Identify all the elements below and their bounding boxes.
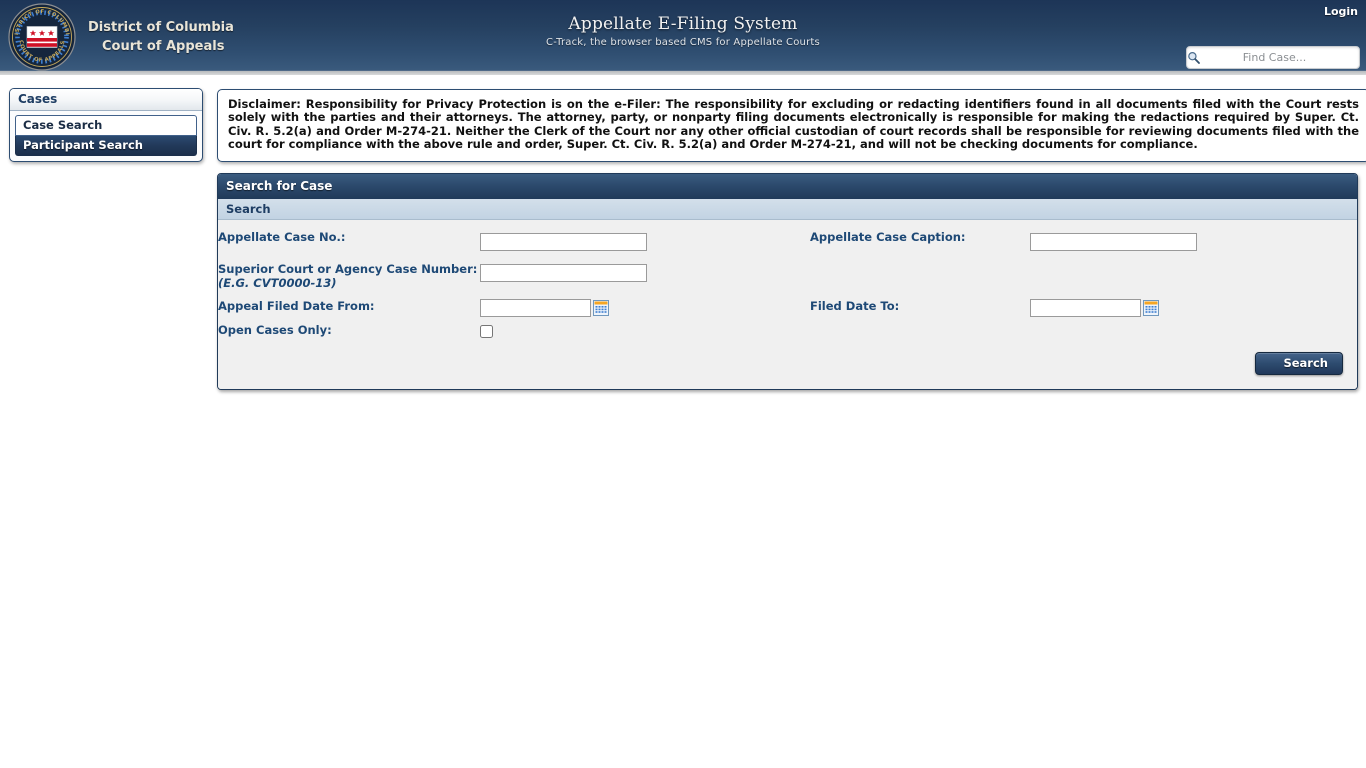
panel-subtitle: Search — [218, 199, 1357, 220]
appellate-case-caption-label: Appellate Case Caption: — [810, 230, 966, 244]
cases-sidebar: Cases Case Search Participant Search — [9, 88, 203, 162]
superior-case-number-hint: (E.G. CVT0000-13) — [218, 275, 337, 290]
superior-case-number-label: Superior Court or Agency Case Number: (E… — [218, 262, 480, 299]
form-row-filed-dates: Appeal Filed Date From: Filed Date To: — [218, 298, 1357, 323]
sidebar-item-case-search-label: Case Search — [23, 118, 103, 132]
appeal-filed-date-from-label: Appeal Filed Date From: — [218, 298, 375, 313]
appeal-filed-date-from-wrap — [480, 298, 810, 317]
appellate-case-caption-field-cell — [1030, 230, 1357, 262]
superior-case-number-input[interactable] — [480, 264, 647, 282]
appellate-case-no-label: Appellate Case No.: — [218, 230, 346, 244]
calendar-icon[interactable] — [1143, 299, 1159, 316]
appeal-filed-date-from-field-cell — [480, 298, 810, 323]
calendar-icon[interactable] — [593, 299, 609, 316]
appellate-case-caption-input[interactable] — [1030, 232, 1197, 251]
panel-title: Search for Case — [218, 174, 1357, 199]
appellate-case-no-field-cell — [480, 230, 810, 262]
open-cases-only-checkbox[interactable] — [480, 324, 493, 338]
search-form: Appellate Case No.: Appellate Case Capti… — [218, 220, 1357, 389]
find-case-search-box[interactable] — [1186, 46, 1366, 69]
spacer-cell-right-4 — [1030, 323, 1357, 342]
filed-date-to-wrap — [1030, 298, 1357, 317]
appeal-filed-date-from-input[interactable] — [480, 298, 591, 317]
open-cases-only-label: Open Cases Only: — [218, 322, 332, 337]
magnifier-icon — [1187, 51, 1200, 64]
privacy-disclaimer: Disclaimer: Responsibility for Privacy P… — [217, 89, 1366, 162]
page-header: DISTRICT OF COLUMBIA COURT OF APPEALS Di… — [0, 0, 1366, 75]
form-row-case-no: Appellate Case No.: Appellate Case Capti… — [218, 230, 1357, 262]
sidebar-item-participant-search-label: Participant Search — [23, 138, 143, 152]
spacer-cell-right-3 — [810, 323, 1030, 342]
app-subtitle: C-Track, the browser based CMS for Appel… — [546, 37, 820, 48]
sidebar-item-case-search[interactable]: Case Search — [15, 115, 197, 136]
appellate-case-no-input[interactable] — [480, 232, 647, 251]
open-cases-only-field-cell — [480, 323, 810, 342]
sidebar-item-list: Case Search Participant Search — [10, 111, 202, 156]
search-for-case-panel: Search for Case Search Appellate Case No… — [217, 173, 1358, 390]
search-button-bar: Search — [218, 342, 1357, 389]
spacer-cell-right-2 — [1030, 262, 1357, 299]
search-button[interactable]: Search — [1255, 351, 1343, 375]
login-link[interactable]: Login — [1324, 5, 1358, 18]
app-title: Appellate E-Filing System — [568, 14, 798, 34]
sidebar-item-participant-search[interactable]: Participant Search — [15, 136, 197, 156]
sidebar-heading: Cases — [10, 89, 202, 111]
filed-date-to-label: Filed Date To: — [810, 298, 900, 313]
filed-date-to-input[interactable] — [1030, 298, 1141, 317]
form-row-superior-case-number: Superior Court or Agency Case Number: (E… — [218, 262, 1357, 299]
form-row-open-cases-only: Open Cases Only: — [218, 323, 1357, 342]
filed-date-to-field-cell — [1030, 298, 1357, 323]
search-form-grid: Appellate Case No.: Appellate Case Capti… — [218, 230, 1357, 342]
superior-case-number-field-cell — [480, 262, 810, 299]
superior-case-number-label-text: Superior Court or Agency Case Number: — [218, 261, 478, 276]
spacer-cell-right-1 — [810, 262, 1030, 299]
find-case-input[interactable] — [1200, 50, 1366, 65]
